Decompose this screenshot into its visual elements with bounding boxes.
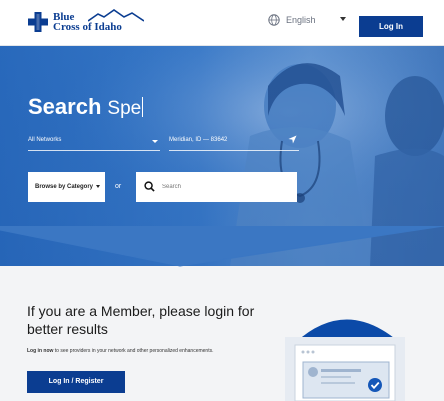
globe-icon [268,14,280,26]
hero-title-label: Search [28,94,102,119]
checkmark-icon [368,378,382,392]
provider-illustration [285,319,405,401]
search-box[interactable] [136,172,297,202]
logo-cross-icon [28,12,48,32]
language-selector[interactable]: English [268,14,316,26]
or-label: or [115,183,122,190]
site-header: Blue Cross of Idaho English Log In [0,0,444,46]
mountain-icon [88,9,144,22]
network-select-value: All Networks [28,137,62,143]
logo[interactable]: Blue Cross of Idaho [28,9,144,33]
member-description: Log in now to see providers in your netw… [27,348,213,354]
member-desc-bold[interactable]: Log in now [27,348,53,354]
login-register-button[interactable]: Log In / Register [27,371,125,393]
network-select[interactable]: All Networks [28,137,160,151]
location-arrow-icon[interactable] [288,135,297,144]
hero-title: Search Spe [28,94,144,120]
browse-category-label: Browse by Category [35,184,94,190]
location-field[interactable]: Meridian, ID — 83642 [169,135,299,151]
browse-category-button[interactable]: Browse by Category [28,172,105,202]
logo-line2: Cross of Idaho [53,21,122,33]
hero-bottom-edge [0,226,444,267]
member-desc-rest: to see providers in your network and oth… [53,348,214,354]
member-heading: If you are a Member, please login for be… [27,303,255,337]
chevron-down-icon[interactable] [340,17,346,21]
login-button[interactable]: Log In [359,16,423,37]
language-label: English [286,15,316,25]
search-icon [144,181,155,192]
network-chevron-icon [152,140,158,143]
browse-chevron-icon [96,184,101,188]
search-input[interactable] [162,180,282,194]
text-cursor [142,97,144,117]
page: Blue Cross of Idaho English Log In Searc… [0,0,444,401]
hero-typed-text: Spe [107,98,142,119]
location-value: Meridian, ID — 83642 [169,137,228,143]
